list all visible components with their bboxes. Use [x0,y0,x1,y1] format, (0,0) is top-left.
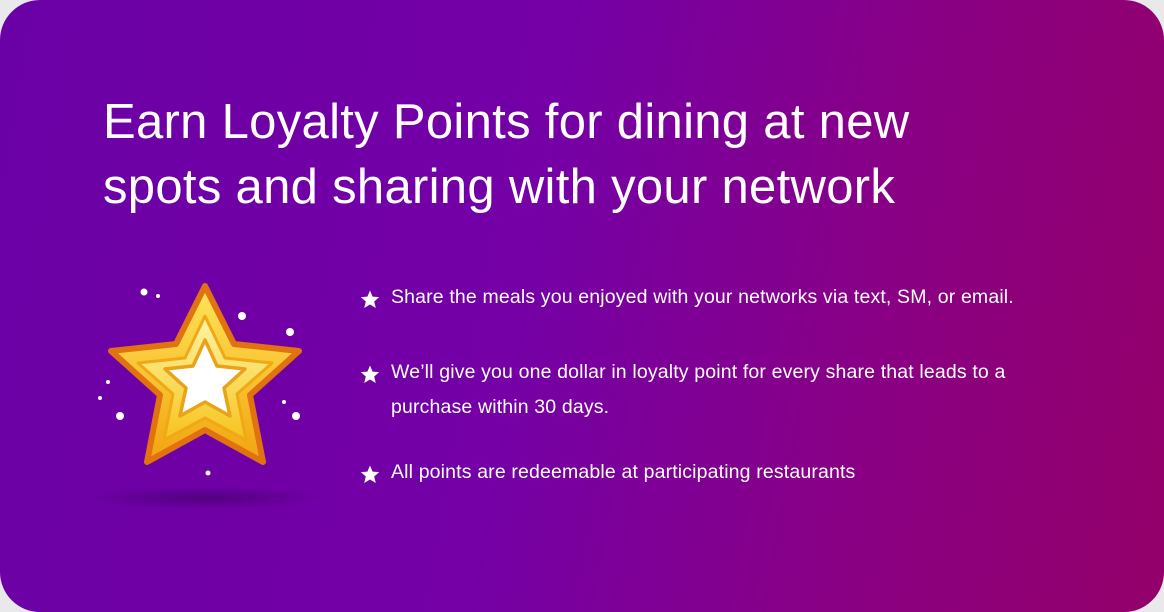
bullet-text: All points are redeemable at participati… [391,461,856,483]
list-item: We’ll give you one dollar in loyalty poi… [358,355,1011,425]
list-item: All points are redeemable at participati… [358,455,1138,490]
loyalty-card: Earn Loyalty Points for dining at new sp… [0,0,1164,612]
list-item: Share the meals you enjoyed with your ne… [358,280,1138,315]
star-icon [360,365,380,383]
headline: Earn Loyalty Points for dining at new sp… [103,95,910,214]
bullet-text: Share the meals you enjoyed with your ne… [391,286,1014,308]
bullet-list: Share the meals you enjoyed with your ne… [358,280,1138,490]
star-icon [87,283,323,510]
bullet-text: We’ll give you one dollar in loyalty poi… [391,361,1006,418]
star-icon [360,465,380,483]
star-icon [360,290,380,308]
